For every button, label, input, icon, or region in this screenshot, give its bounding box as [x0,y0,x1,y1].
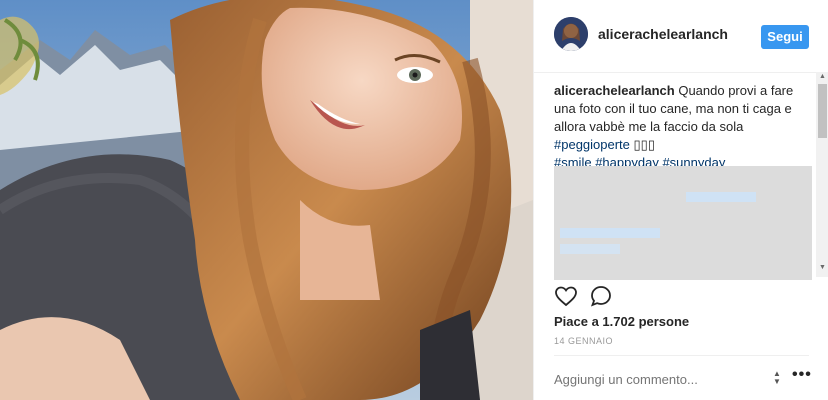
post-side-panel: alicerachelearlanch Segui alicerachelear… [533,0,828,400]
post-author-username[interactable]: alicerachelearlanch [598,26,728,42]
scroll-up-arrow-icon[interactable]: ▲ [819,73,826,80]
heart-outline-icon[interactable] [554,284,578,308]
post-photo[interactable] [0,0,533,400]
more-options-icon[interactable]: ••• [792,366,812,384]
post-header: alicerachelearlanch Segui [534,0,828,73]
comment-input[interactable] [554,370,764,388]
speech-bubble-icon[interactable] [589,284,613,308]
scroll-down-arrow-icon[interactable]: ▼ [819,264,826,271]
comments-area: alicerachelearlanch Quando provi a fare … [554,82,816,282]
divider [554,355,809,356]
post-date[interactable]: 14 GENNAIO [554,336,613,346]
redacted-comments-block [554,166,812,280]
emoji-placeholder: ▯▯▯ [633,137,655,152]
redacted-line [686,192,756,202]
follow-button[interactable]: Segui [761,25,809,49]
comments-scrollbar[interactable]: ▲ ▼ [816,72,828,277]
post-caption: alicerachelearlanch Quando provi a fare … [554,82,816,172]
avatar-image [554,17,588,51]
post-actions [554,284,814,310]
likes-count[interactable]: Piace a 1.702 persone [554,314,689,329]
hashtag-link[interactable]: #peggioperte [554,137,630,152]
input-stepper-icon[interactable]: ▲ ▼ [770,370,784,388]
redacted-line [560,228,660,238]
selfie-photo-image [0,0,533,400]
redacted-line [560,244,620,254]
scroll-thumb[interactable] [818,84,827,138]
caption-username[interactable]: alicerachelearlanch [554,83,675,98]
avatar[interactable] [554,17,588,51]
